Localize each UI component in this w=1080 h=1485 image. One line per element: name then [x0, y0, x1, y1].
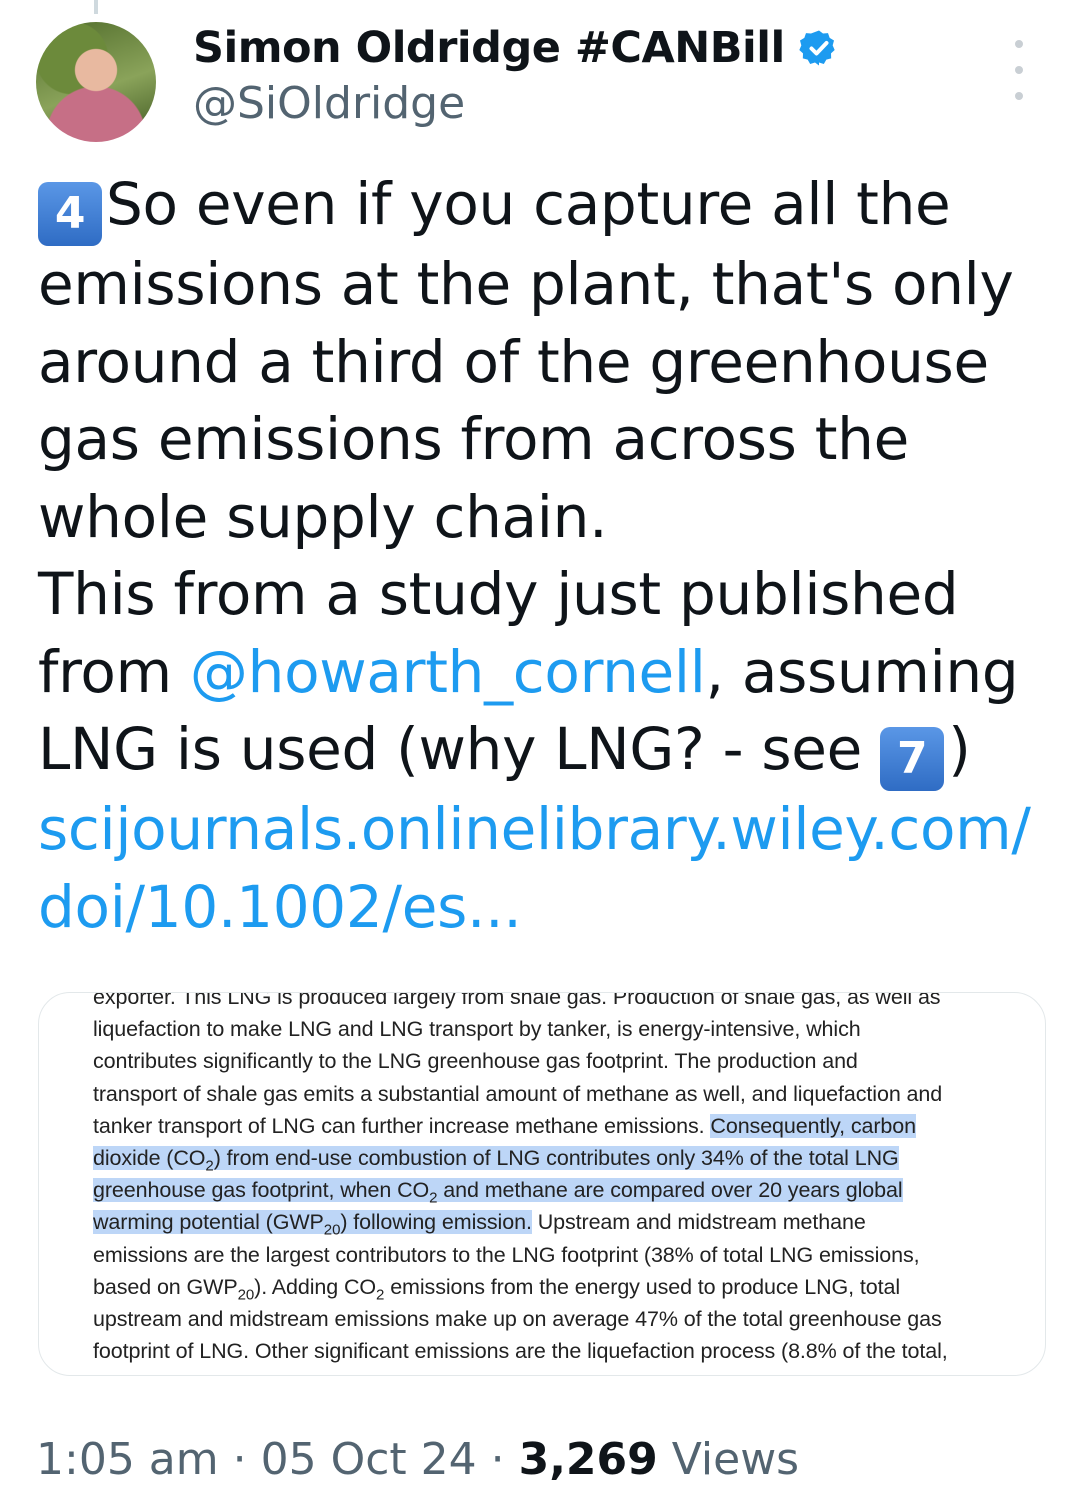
excerpt-line: transport of shale gas emits a substanti…	[93, 1081, 943, 1106]
highlighted-text: Consequently, carbon	[710, 1113, 916, 1138]
thread-connector-line	[94, 0, 98, 14]
author-handle[interactable]: @SiOldridge	[193, 78, 465, 129]
excerpt-fragment: ) following emission.	[340, 1210, 532, 1235]
excerpt-fragment: based on GWP	[93, 1274, 238, 1299]
subscript: 20	[323, 1221, 341, 1239]
tweet-metadata: 1:05 am · 05 Oct 24 · 3,269 Views	[36, 1434, 799, 1485]
excerpt-line: greenhouse gas footprint, when CO2 and m…	[93, 1174, 1033, 1206]
excerpt-line: footprint of LNG. Other significant emis…	[93, 1339, 948, 1364]
views-label: Views	[657, 1434, 800, 1485]
avatar[interactable]	[36, 22, 156, 142]
subscript: 20	[237, 1286, 255, 1304]
highlighted-text: dioxide (CO2) from end-use combustion of…	[93, 1146, 899, 1173]
excerpt-fragment: tanker transport of LNG can further incr…	[93, 1113, 711, 1138]
keycap-7-icon: 7	[880, 727, 945, 791]
excerpt-fragment: greenhouse gas footprint, when CO	[93, 1178, 430, 1203]
separator: ·	[476, 1434, 519, 1485]
tweet-date[interactable]: 05 Oct 24	[261, 1434, 477, 1485]
tweet-paragraph-2-close: )	[948, 715, 971, 783]
excerpt-fragment: and methane are compared over 20 years g…	[437, 1178, 903, 1203]
media-excerpt-text: exporter. This LNG is produced largely f…	[93, 992, 1033, 1367]
excerpt-fragment: ) from end-use combustion of LNG contrib…	[213, 1146, 899, 1171]
excerpt-line: upstream and midstream emissions make up…	[93, 1307, 942, 1332]
article-link[interactable]: scijournals.onlinelibrary.wiley.com/ doi…	[38, 795, 1049, 941]
views-count: 3,269	[518, 1434, 658, 1485]
tweet-text: 4 So even if you capture all the emission…	[38, 166, 1058, 946]
tweet-paragraph-1: So even if you capture all the emissions…	[38, 170, 1032, 551]
excerpt-line: dioxide (CO2) from end-use combustion of…	[93, 1142, 1033, 1174]
excerpt-line: emissions are the largest contributors t…	[93, 1242, 920, 1267]
highlighted-text: warming potential (GWP20) following emis…	[93, 1210, 532, 1238]
tweet-time[interactable]: 1:05 am	[36, 1434, 219, 1485]
excerpt-line: tanker transport of LNG can further incr…	[93, 1110, 1033, 1142]
excerpt-fragment: Upstream and midstream methane	[531, 1210, 866, 1235]
verified-badge-icon	[799, 30, 835, 66]
author-name-row[interactable]: Simon Oldridge #CANBill	[193, 20, 839, 76]
separator: ·	[218, 1434, 261, 1485]
mention-link[interactable]: @howarth_cornell	[190, 638, 706, 706]
excerpt-fragment: dioxide (CO	[93, 1146, 206, 1171]
excerpt-line: liquefaction to make LNG and LNG transpo…	[93, 1017, 861, 1042]
keycap-4-icon: 4	[38, 182, 102, 246]
excerpt-fragment: ). Adding CO	[254, 1274, 377, 1299]
excerpt-line: based on GWP20). Adding CO2 emissions fr…	[93, 1271, 1033, 1303]
excerpt-line: contributes significantly to the LNG gre…	[93, 1049, 858, 1074]
excerpt-line: warming potential (GWP20) following emis…	[93, 1206, 1033, 1238]
highlighted-text: greenhouse gas footprint, when CO2 and m…	[93, 1178, 903, 1206]
excerpt-line: exporter. This LNG is produced largely f…	[93, 992, 941, 1009]
author-display-name[interactable]: Simon Oldridge #CANBill	[193, 23, 785, 73]
more-options-icon[interactable]	[1007, 40, 1031, 100]
excerpt-fragment: warming potential (GWP	[93, 1210, 324, 1235]
subscript: 2	[205, 1157, 214, 1175]
media-image-card[interactable]: exporter. This LNG is produced largely f…	[38, 992, 1046, 1376]
excerpt-fragment: emissions from the energy used to produc…	[384, 1274, 901, 1299]
